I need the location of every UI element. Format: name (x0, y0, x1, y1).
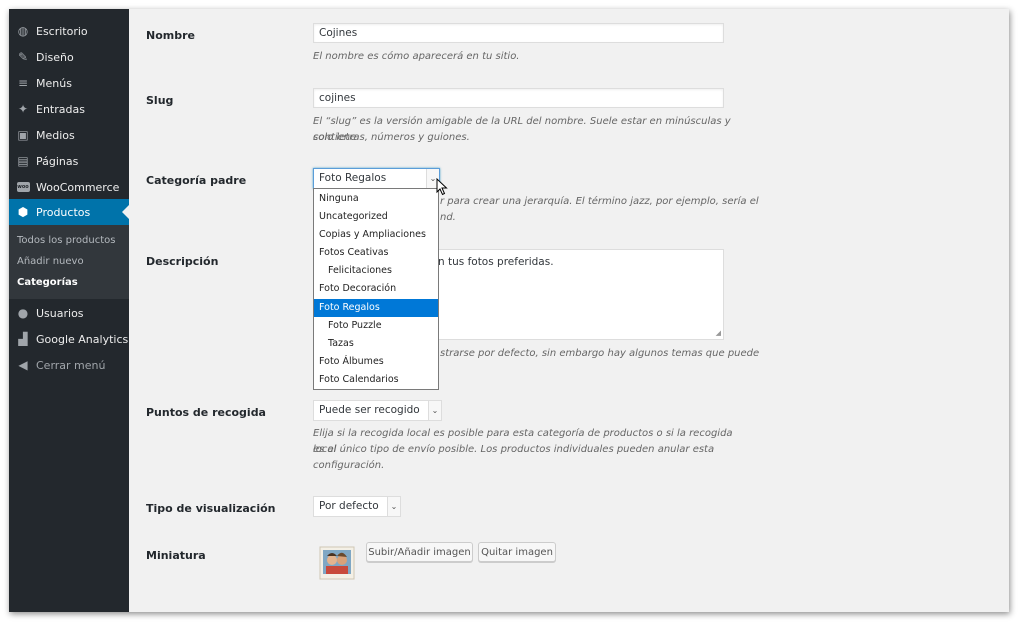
thumbnail-image (319, 546, 355, 580)
parent-description-line2: nd. (440, 212, 456, 223)
upload-image-button[interactable]: Subir/Añadir imagen (366, 542, 473, 562)
submenu-item-todos[interactable]: Todos los productos (17, 235, 115, 246)
parent-category-dropdown: Ninguna Uncategorized Copias y Ampliacio… (313, 188, 439, 390)
dashboard-icon: ◍ (17, 24, 29, 38)
option-foto-regalos[interactable]: Foto Regalos (314, 299, 438, 317)
name-description: El nombre es cómo aparecerá en tu sitio. (313, 51, 520, 62)
option-uncategorized[interactable]: Uncategorized (314, 208, 438, 226)
media-icon: ▣ (17, 128, 29, 142)
chevron-down-icon: ⌄ (428, 401, 441, 420)
chevron-down-icon: ⌄ (387, 497, 400, 516)
option-foto-puzzle[interactable]: Foto Puzzle (314, 317, 438, 335)
sidebar-item-google-analytics[interactable]: ▟ Google Analytics (9, 326, 129, 352)
sidebar-item-productos[interactable]: ⬢ Productos (9, 199, 129, 225)
sidebar-item-escritorio[interactable]: ◍ Escritorio (9, 18, 129, 44)
slug-description-line2: solo letras, números y guiones. (313, 132, 470, 143)
description-hint: strarse por defecto, sin embargo hay alg… (440, 348, 760, 359)
users-icon: ● (17, 306, 29, 320)
submenu-item-anadir[interactable]: Añadir nuevo (17, 256, 84, 267)
woocommerce-icon: woo (16, 182, 30, 192)
parent-category-value: Foto Regalos (319, 172, 387, 184)
paintbrush-icon: ✎ (17, 50, 29, 64)
sidebar-item-cerrar-menu[interactable]: ◀ Cerrar menú (9, 352, 129, 378)
pages-icon: ▤ (17, 154, 29, 168)
parent-category-label: Categoría padre (146, 174, 247, 187)
resize-handle-icon[interactable]: ◢ (716, 329, 721, 337)
thumbnail-label: Miniatura (146, 549, 206, 562)
name-input[interactable]: Cojines (313, 23, 724, 43)
remove-image-button[interactable]: Quitar imagen (478, 542, 556, 562)
pickup-value: Puede ser recogido (319, 404, 420, 416)
admin-sidebar: ◍ Escritorio ✎ Diseño ≡ Menús ✦ Entradas… (9, 9, 129, 612)
parent-category-select[interactable]: Foto Regalos ⌄ (313, 168, 440, 189)
sidebar-item-paginas[interactable]: ▤ Páginas (9, 148, 129, 174)
option-felicitaciones[interactable]: Felicitaciones (314, 262, 438, 280)
sidebar-item-usuarios[interactable]: ● Usuarios (9, 300, 129, 326)
display-type-label: Tipo de visualización (146, 502, 276, 515)
sidebar-item-menus[interactable]: ≡ Menús (9, 70, 129, 96)
option-foto-albumes[interactable]: Foto Álbumes (314, 353, 438, 371)
submenu-item-categorias[interactable]: Categorías (17, 277, 78, 288)
pickup-select[interactable]: Puede ser recogido ⌄ (313, 400, 442, 421)
sidebar-item-diseno[interactable]: ✎ Diseño (9, 44, 129, 70)
pushpin-icon: ✦ (17, 102, 29, 116)
option-copias-ampliaciones[interactable]: Copias y Ampliaciones (314, 226, 438, 244)
analytics-chart-icon: ▟ (18, 332, 28, 346)
option-ninguna[interactable]: Ninguna (314, 190, 438, 208)
slug-input[interactable]: cojines (313, 88, 724, 108)
pickup-description-line2: es el único tipo de envío posible. Los p… (313, 444, 715, 455)
productos-submenu: Todos los productos Añadir nuevo Categor… (9, 225, 129, 299)
option-foto-calendarios[interactable]: Foto Calendarios (314, 371, 438, 389)
option-tazas[interactable]: Tazas (314, 335, 438, 353)
sidebar-item-medios[interactable]: ▣ Medios (9, 122, 129, 148)
active-menu-arrow (122, 205, 129, 219)
description-text: n tus fotos preferidas. (438, 256, 554, 268)
sidebar-item-woocommerce[interactable]: woo WooCommerce (9, 174, 129, 200)
option-fotos-ceativas[interactable]: Fotos Ceativas (314, 244, 438, 262)
menu-icon: ≡ (17, 76, 29, 90)
collapse-menu-icon: ◀ (18, 358, 28, 372)
parent-description-line1: r para crear una jerarquía. El término j… (440, 196, 759, 207)
admin-window: ◍ Escritorio ✎ Diseño ≡ Menús ✦ Entradas… (9, 9, 1009, 612)
slug-label: Slug (146, 94, 174, 107)
pickup-label: Puntos de recogida (146, 406, 266, 419)
name-label: Nombre (146, 29, 195, 42)
option-foto-decoracion[interactable]: Foto Decoración (314, 280, 438, 298)
display-type-value: Por defecto (319, 500, 379, 512)
pickup-description-line3: configuración. (313, 460, 385, 471)
display-type-select[interactable]: Por defecto ⌄ (313, 496, 401, 517)
description-label: Descripción (146, 255, 219, 268)
products-cube-icon: ⬢ (17, 205, 29, 219)
sidebar-item-entradas[interactable]: ✦ Entradas (9, 96, 129, 122)
mouse-cursor-icon (436, 178, 448, 196)
